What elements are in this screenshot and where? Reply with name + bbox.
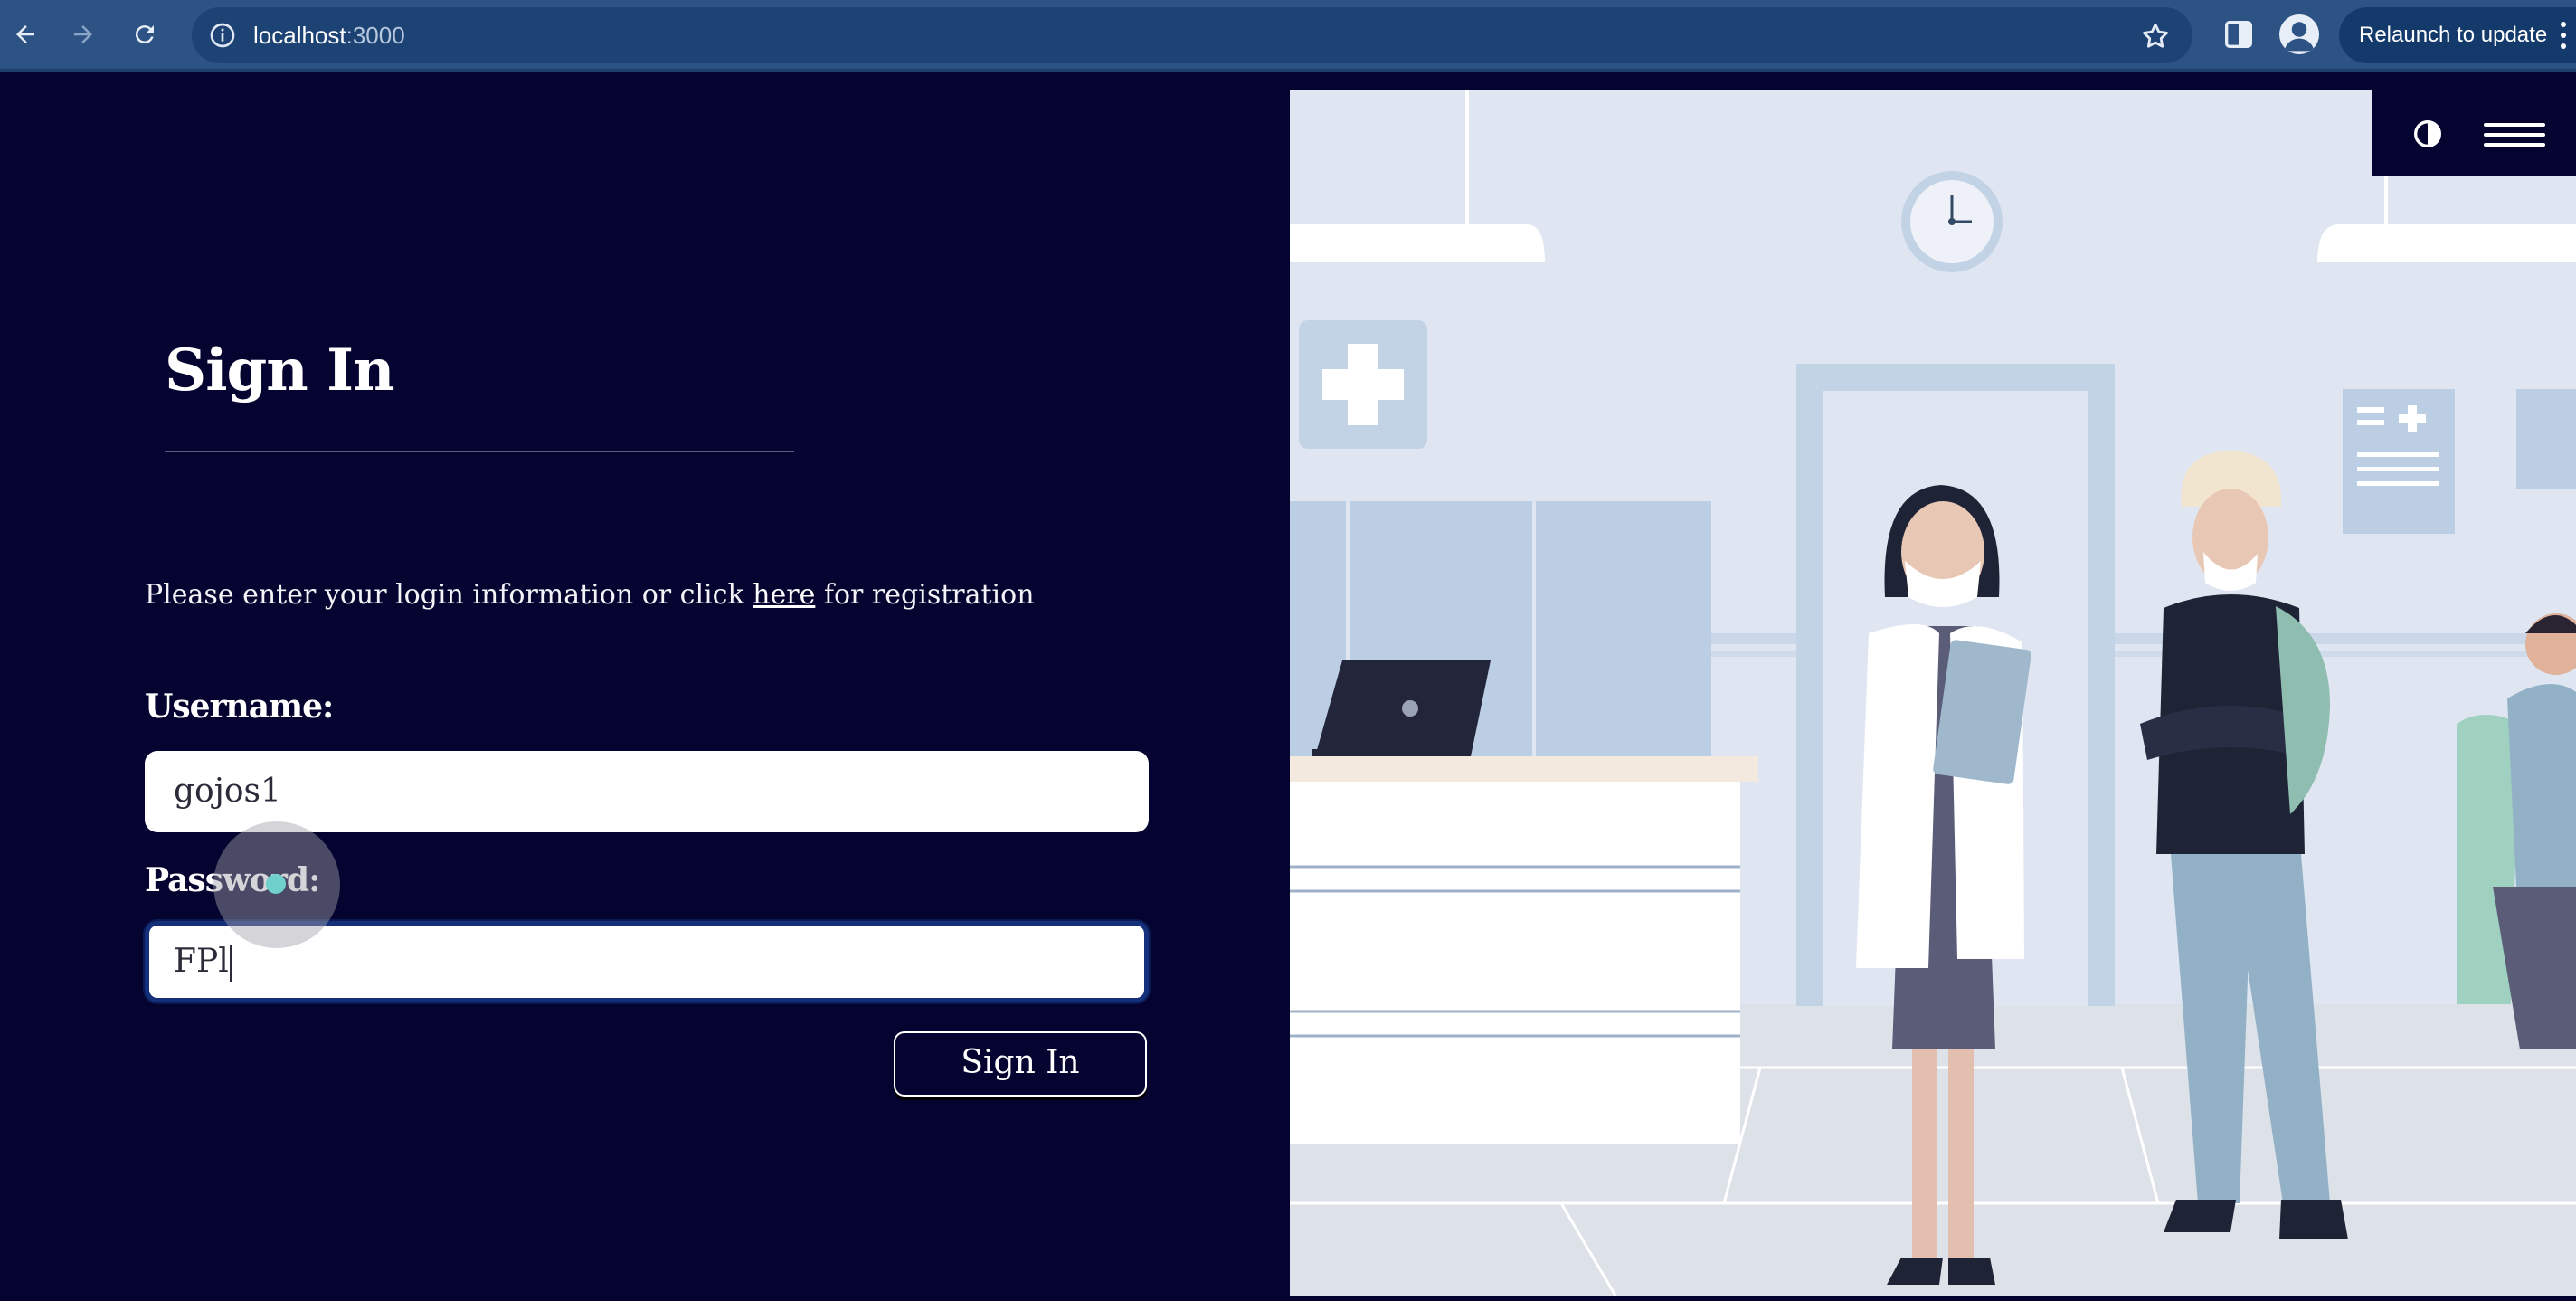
hospital-scene-image [1290,90,2576,1296]
site-info-icon[interactable] [208,21,237,50]
clinic-illustration [1290,90,2576,1296]
url-text[interactable]: localhost:3000 [253,20,405,51]
reload-icon[interactable] [123,13,166,56]
contrast-icon[interactable] [2413,119,2442,148]
forward-icon[interactable] [62,13,105,56]
star-icon[interactable] [2140,21,2171,52]
profile-icon[interactable] [2279,14,2319,54]
touch-point [266,874,286,894]
text-caret [229,945,232,982]
login-panel: Sign In Please enter your login informat… [0,76,1290,1301]
sign-in-button[interactable]: Sign In [894,1031,1147,1097]
relaunch-button[interactable]: Relaunch to update [2339,7,2576,63]
login-instruction: Please enter your login information or c… [145,579,1035,611]
address-bar[interactable]: localhost:3000 [192,7,2192,63]
username-input[interactable]: gojos1 [145,751,1149,832]
back-icon[interactable] [4,13,47,56]
username-label: Username: [145,688,334,726]
page-title: Sign In [165,337,395,404]
password-value: FPl [174,943,229,980]
hamburger-menu-icon[interactable] [2484,123,2545,147]
registration-link[interactable]: here [753,579,815,611]
username-value: gojos1 [174,773,281,810]
app-header-controls [2372,90,2576,176]
title-divider [165,451,794,452]
kebab-menu-icon[interactable] [2560,22,2567,49]
browser-toolbar: localhost:3000 Relaunch to update [0,0,2576,72]
side-panel-icon[interactable] [2221,16,2257,52]
